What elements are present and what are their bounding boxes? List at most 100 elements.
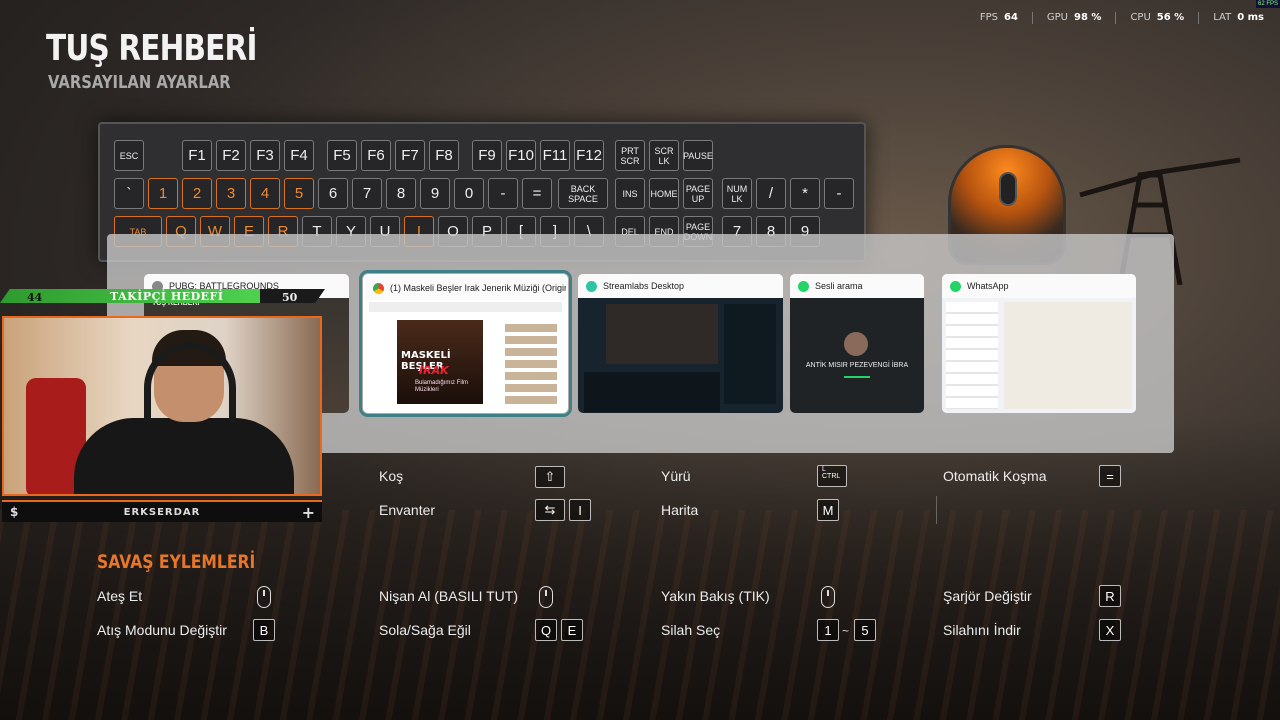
fire-mode-label: Atış Modunu Değiştir xyxy=(97,622,227,638)
lean-label: Sola/Sağa Eğil xyxy=(379,622,471,638)
poster-subtitle: IRAK xyxy=(419,364,449,377)
streamlabs-app-icon xyxy=(586,280,597,292)
chat-panel xyxy=(724,304,776,404)
key-f7: F7 xyxy=(395,140,425,171)
lean-key-q: Q xyxy=(535,619,557,641)
key-f11: F11 xyxy=(540,140,570,171)
key-f2: F2 xyxy=(216,140,246,171)
key-numlk: NUM LK xyxy=(722,178,752,209)
key-backspace: BACK SPACE xyxy=(558,178,608,209)
fps-label: FPS xyxy=(979,12,998,23)
walk-label: Yürü xyxy=(661,468,691,484)
chrome-app-icon xyxy=(373,282,384,294)
call-wave xyxy=(844,376,870,378)
divider xyxy=(936,496,937,524)
lean-key-e: E xyxy=(561,619,583,641)
window-preview xyxy=(942,298,1136,413)
follower-goal-target: 50 xyxy=(282,291,298,304)
whatsapp-app-icon xyxy=(950,280,961,292)
plus-icon: + xyxy=(301,502,316,522)
key-f8: F8 xyxy=(429,140,459,171)
mouse-left-icon xyxy=(257,586,271,608)
window-thumbnail-voice-call[interactable]: Sesli arama ANTİK MISIR PEZEVENGİ İBRA xyxy=(790,274,924,413)
browser-toolbar xyxy=(369,302,562,312)
window-title: WhatsApp xyxy=(967,281,1009,291)
key-ins: INS xyxy=(615,178,645,209)
key-home: HOME xyxy=(649,178,679,209)
key-backtick: ` xyxy=(114,178,144,209)
auto-run-key: = xyxy=(1099,465,1121,487)
key-8: 8 xyxy=(386,178,416,209)
key-num-minus: - xyxy=(824,178,854,209)
window-title: Sesli arama xyxy=(815,281,863,291)
cpu-label: CPU xyxy=(1130,12,1151,23)
run-key: ⇧ xyxy=(535,466,565,488)
inventory-key-tab: ⇆ xyxy=(535,499,565,521)
chat-area xyxy=(1004,302,1132,409)
window-title-bar: (1) Maskeli Beşler Irak Jenerik Müziği (… xyxy=(365,276,566,300)
webcam-feed xyxy=(2,316,322,496)
key-num-slash: / xyxy=(756,178,786,209)
poster-tag: Bulamadığımız Film Müzikleri xyxy=(415,380,469,393)
close-look-label: Yakın Bakış (TIK) xyxy=(661,588,770,604)
gpu-value: 98 % xyxy=(1074,12,1102,23)
latency-value: 0 ms xyxy=(1237,12,1264,23)
key-prtscr: PRT SCR xyxy=(615,140,645,171)
window-preview: MASKELİ BEŞLER IRAK Bulamadığımız Film M… xyxy=(365,300,566,411)
combat-section-title: SAVAŞ EYLEMLERİ xyxy=(97,551,256,573)
window-title: (1) Maskeli Beşler Irak Jenerik Müziği (… xyxy=(390,283,566,293)
key-f1: F1 xyxy=(182,140,212,171)
caller-name: ANTİK MISIR PEZEVENGİ İBRA xyxy=(805,362,909,369)
latency-label: LAT xyxy=(1213,12,1232,23)
key-f4: F4 xyxy=(284,140,314,171)
map-label: Harita xyxy=(661,502,699,518)
dollar-icon: $ xyxy=(10,505,20,519)
streamer-name-bar: $ ERKSERDAR + xyxy=(2,500,322,522)
window-thumbnail-streamlabs[interactable]: Streamlabs Desktop xyxy=(578,274,783,413)
caller-avatar xyxy=(844,332,868,356)
fps-overlay: 62 FPS xyxy=(1255,0,1280,8)
key-1: 1 xyxy=(148,178,178,209)
key-pageup: PAGE UP xyxy=(683,178,713,209)
holster-key: X xyxy=(1099,619,1121,641)
key-f3: F3 xyxy=(250,140,280,171)
key-equals: = xyxy=(522,178,552,209)
window-thumbnail-youtube[interactable]: (1) Maskeli Beşler Irak Jenerik Müziği (… xyxy=(359,270,572,417)
fps-value: 64 xyxy=(1003,12,1018,23)
key-pause: PAUSE xyxy=(683,140,713,171)
page-subtitle: VARSAYILAN AYARLAR xyxy=(48,72,231,93)
window-title-bar: WhatsApp xyxy=(942,274,1136,298)
weapon-select-key-1: 1 xyxy=(817,619,839,641)
video-poster: MASKELİ BEŞLER IRAK Bulamadığımız Film M… xyxy=(397,320,483,404)
key-f6: F6 xyxy=(361,140,391,171)
key-6: 6 xyxy=(318,178,348,209)
key-7: 7 xyxy=(352,178,382,209)
map-key: M xyxy=(817,499,839,521)
walk-key: L CTRL xyxy=(817,465,847,487)
key-4: 4 xyxy=(250,178,280,209)
key-f5: F5 xyxy=(327,140,357,171)
aim-label: Nişan Al (BASILI TUT) xyxy=(379,588,519,604)
key-9: 9 xyxy=(420,178,450,209)
weapon-select-label: Silah Seç xyxy=(661,622,721,638)
key-f12: F12 xyxy=(574,140,604,171)
inventory-key-i: I xyxy=(569,499,591,521)
window-preview xyxy=(578,298,783,413)
auto-run-label: Otomatik Koşma xyxy=(943,468,1047,484)
mouse-right-icon xyxy=(539,586,553,608)
weapon-select-range: ~ xyxy=(842,624,850,638)
follower-goal-label: TAKİPÇİ HEDEFİ xyxy=(110,290,224,303)
cpu-value: 56 % xyxy=(1156,12,1185,23)
key-num-star: * xyxy=(790,178,820,209)
stream-preview xyxy=(606,304,718,364)
key-5: 5 xyxy=(284,178,314,209)
fire-mode-key: B xyxy=(253,619,275,641)
window-thumbnail-whatsapp[interactable]: WhatsApp xyxy=(942,274,1136,413)
follower-current: 44 xyxy=(27,291,43,304)
page-title: TUŞ REHBERİ xyxy=(46,28,257,69)
holster-label: Silahını İndir xyxy=(943,622,1021,638)
key-f10: F10 xyxy=(506,140,536,171)
key-minus: - xyxy=(488,178,518,209)
mouse-wheel-icon xyxy=(999,172,1017,206)
key-0: 0 xyxy=(454,178,484,209)
